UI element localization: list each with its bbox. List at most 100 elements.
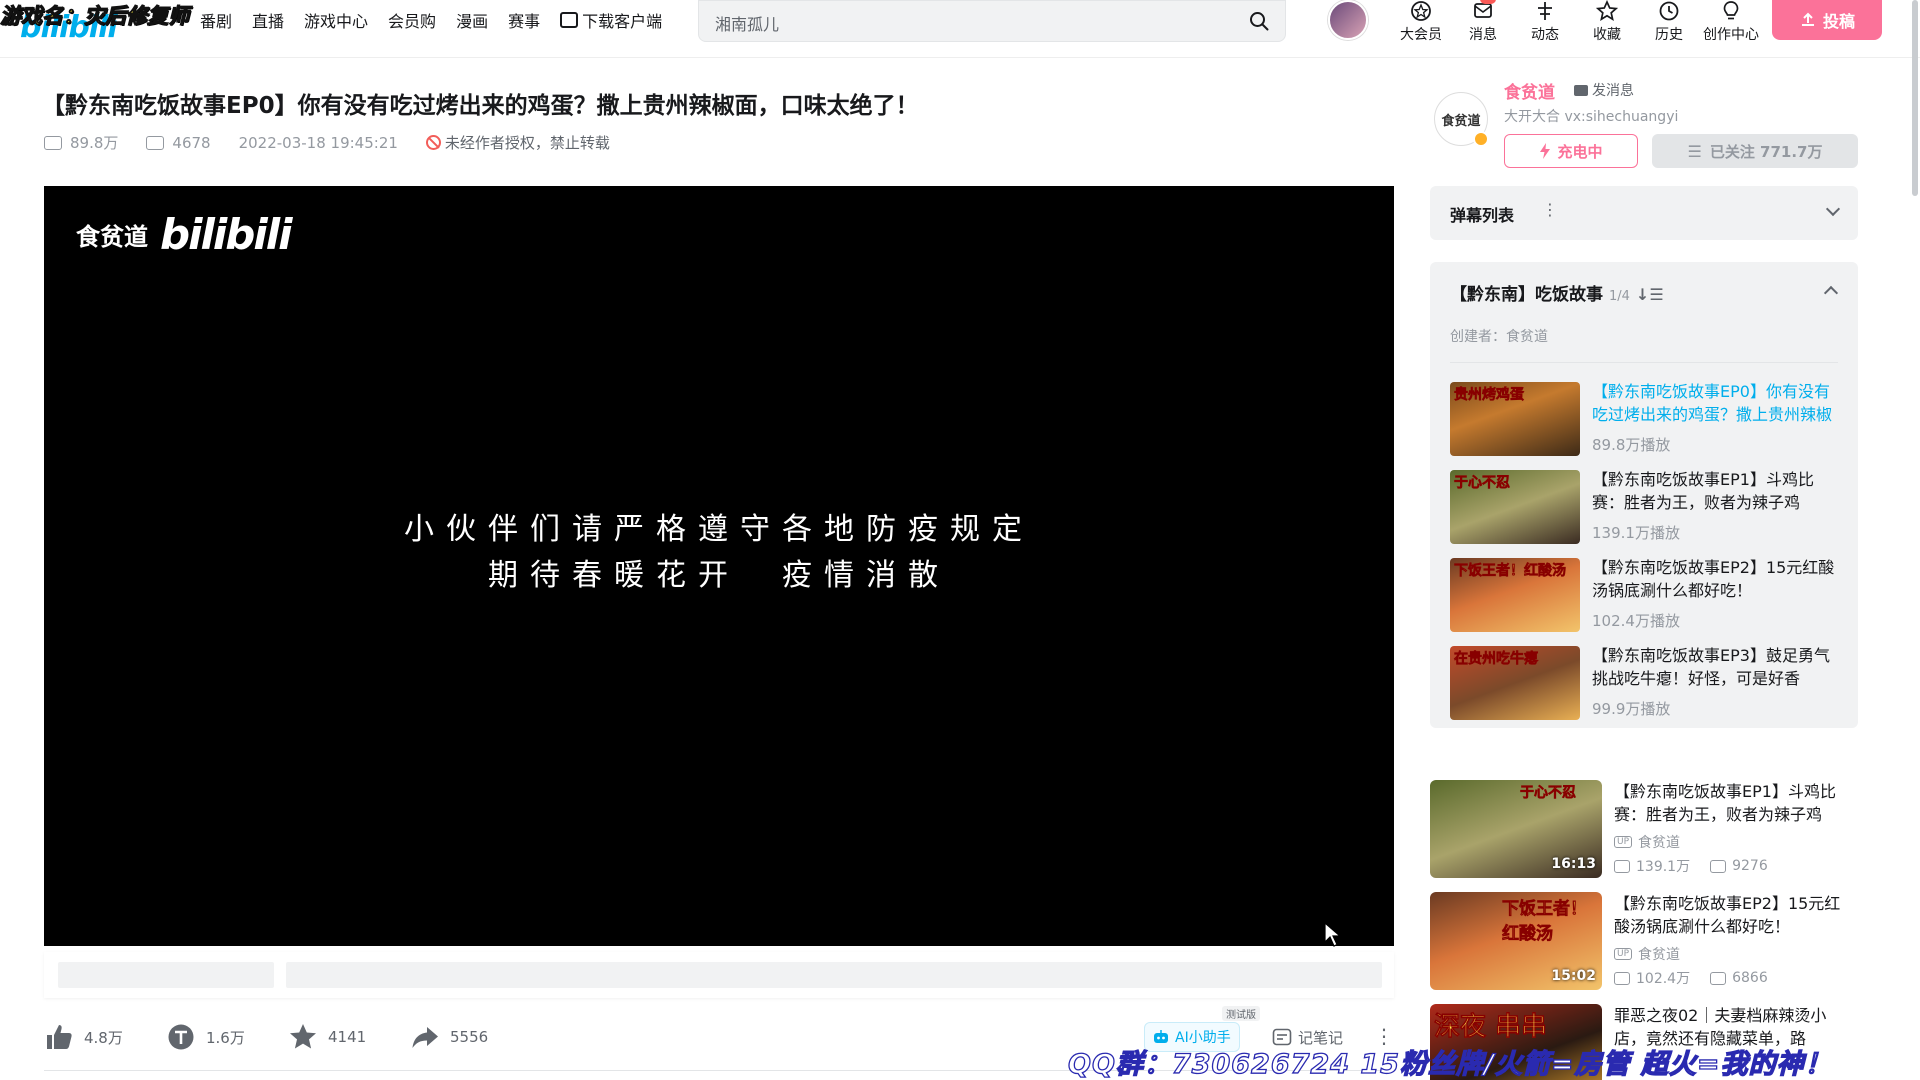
thumbnail-caption: 深夜 串串 <box>1434 1012 1548 1043</box>
favorite-button[interactable]: 4141 <box>288 1022 366 1052</box>
lightning-icon <box>1540 143 1551 159</box>
favorites-label: 收藏 <box>1593 27 1621 43</box>
dynamic-entry[interactable]: 动态 <box>1514 0 1576 44</box>
up-tag-icon: UP <box>1614 836 1633 848</box>
playlist-title: 【黔东南】吃饭故事 <box>1450 285 1603 305</box>
thumbnail-caption: 在贵州吃牛瘪 <box>1454 651 1539 668</box>
playlist-item-thumbnail: 在贵州吃牛瘪 <box>1450 646 1580 720</box>
playlist-item[interactable]: 贵州烤鸡蛋 【黔东南吃饭故事EP0】你有没有吃过烤出来的鸡蛋？撒上贵州辣椒面 8… <box>1450 382 1840 458</box>
playlist-item-title: 【黔东南吃饭故事EP3】鼓足勇气挑战吃牛瘪！好怪，可是好香 <box>1592 646 1830 688</box>
like-button[interactable]: 4.8万 <box>44 1022 123 1052</box>
follow-label: 已关注 771.7万 <box>1709 142 1823 161</box>
charge-label: 充电中 <box>1557 142 1603 161</box>
chevron-down-icon[interactable] <box>1825 201 1841 217</box>
recommended-video-uploader[interactable]: UP 食贫道 <box>1614 944 1680 964</box>
recommended-video-thumbnail: 下饭王者！红酸汤 15:02 <box>1430 892 1602 990</box>
upload-button[interactable]: 投稿 <box>1772 0 1882 40</box>
recommended-video-stats: 102.4万 6866 <box>1614 968 1768 988</box>
playlist-item-title: 【黔东南吃饭故事EP1】斗鸡比赛：胜者为王，败者为辣子鸡 <box>1592 470 1814 512</box>
danmaku-settings-placeholder[interactable] <box>58 962 274 988</box>
main-nav: 番剧 直播 游戏中心 会员购 漫画 赛事 下载客户端 <box>200 0 682 40</box>
creator-center-label: 创作中心 <box>1703 27 1759 43</box>
ai-beta-tag: 测试版 <box>1222 1006 1260 1021</box>
top-header: bilibili 番剧 直播 游戏中心 会员购 漫画 赛事 下载客户端 湘南孤儿… <box>0 0 1920 58</box>
star-icon <box>290 1024 316 1049</box>
search-icon[interactable] <box>1249 11 1269 31</box>
search-input[interactable]: 湘南孤儿 <box>715 11 779 35</box>
recommended-video-title: 【黔东南吃饭故事EP2】15元红酸汤锅底涮什么都好吃！ <box>1614 894 1841 936</box>
playlist-item-title: 【黔东南吃饭故事EP2】15元红酸汤锅底涮什么都好吃！ <box>1592 558 1835 600</box>
charge-button[interactable]: 充电中 <box>1504 134 1638 168</box>
recommended-video-uploader[interactable]: UP 食贫道 <box>1614 832 1680 852</box>
playlist-item[interactable]: 在贵州吃牛瘪 【黔东南吃饭故事EP3】鼓足勇气挑战吃牛瘪！好怪，可是好香 99.… <box>1450 646 1840 722</box>
follow-button[interactable]: ☰ 已关注 771.7万 <box>1652 134 1858 168</box>
nav-bangumi[interactable]: 番剧 <box>200 8 232 32</box>
nav-esports[interactable]: 赛事 <box>508 8 540 32</box>
playlist-item-views: 99.9万播放 <box>1592 700 1671 718</box>
video-player[interactable]: 食贫道 bilibili 小伙伴们请严格遵守各地防疫规定 期待春暖花开 疫情消散 <box>44 186 1394 947</box>
danmaku-send-bar <box>44 952 1394 998</box>
danmaku-input[interactable] <box>286 962 1382 988</box>
danmaku-count: 4678 <box>172 133 211 152</box>
danmaku-count-icon <box>1710 859 1727 873</box>
recommended-video-stats: 139.1万 9276 <box>1614 856 1768 876</box>
play-count-icon <box>1614 859 1630 873</box>
uploader-badge <box>1473 131 1489 147</box>
nav-member-shop[interactable]: 会员购 <box>388 8 436 32</box>
dynamic-label: 动态 <box>1531 27 1559 43</box>
nav-live[interactable]: 直播 <box>252 8 284 32</box>
playlist-item-thumbnail: 于心不忍 <box>1450 470 1580 544</box>
recommended-video-title: 【黔东南吃饭故事EP1】斗鸡比赛：胜者为王，败者为辣子鸡 <box>1614 782 1836 824</box>
nav-game-center[interactable]: 游戏中心 <box>304 8 368 32</box>
chevron-up-icon[interactable] <box>1823 285 1839 301</box>
nav-manga[interactable]: 漫画 <box>456 8 488 32</box>
recommended-video-uploader-name: 食贫道 <box>1638 947 1681 963</box>
creator-center-entry[interactable]: 创作中心 <box>1700 0 1762 44</box>
coin-button[interactable]: 1.6万 <box>166 1022 245 1052</box>
recommended-video[interactable]: 于心不忍 16:13 【黔东南吃饭故事EP1】斗鸡比赛：胜者为王，败者为辣子鸡 … <box>1430 780 1858 880</box>
uploader-description: 大开大合 vx:sihechuangyi <box>1504 109 1679 125</box>
playlist-item[interactable]: 下饭王者！红酸汤 【黔东南吃饭故事EP2】15元红酸汤锅底涮什么都好吃！ 102… <box>1450 558 1840 634</box>
dynamic-icon <box>1538 2 1552 20</box>
playlist-item[interactable]: 于心不忍 【黔东南吃饭故事EP1】斗鸡比赛：胜者为王，败者为辣子鸡 139.1万… <box>1450 470 1840 546</box>
danmaku-list-options-icon[interactable]: ⋮ <box>1542 200 1558 219</box>
nav-download-label: 下载客户端 <box>582 12 663 31</box>
recommended-video[interactable]: 下饭王者！红酸汤 15:02 【黔东南吃饭故事EP2】15元红酸汤锅底涮什么都好… <box>1430 892 1858 992</box>
recommended-video-uploader-name: 食贫道 <box>1638 835 1681 851</box>
clock-icon <box>1659 1 1679 21</box>
thumbs-up-icon <box>47 1025 72 1049</box>
upload-icon <box>1801 12 1814 26</box>
user-avatar[interactable] <box>1328 0 1368 40</box>
playlist-header: 【黔东南】吃饭故事 1/4 ↓☰ <box>1450 280 1664 305</box>
share-icon <box>412 1027 438 1048</box>
thumbnail-caption: 贵州烤鸡蛋 <box>1454 387 1525 404</box>
sort-icon[interactable]: ↓☰ <box>1636 285 1664 304</box>
danmaku-list-title: 弹幕列表 <box>1450 206 1515 225</box>
recommended-video-danmaku: 9276 <box>1732 858 1768 874</box>
nav-download-client[interactable]: 下载客户端 <box>560 8 662 32</box>
playlist-item-views: 102.4万播放 <box>1592 612 1680 630</box>
video-meta: 89.8万 4678 2022-03-18 19:45:21 未经作者授权，禁止… <box>44 132 610 153</box>
mouse-cursor-icon <box>1324 922 1342 947</box>
history-entry[interactable]: 历史 <box>1638 0 1700 44</box>
coin-count: 1.6万 <box>206 1028 245 1047</box>
download-icon <box>560 12 579 28</box>
uploader-avatar[interactable]: 食贫道 <box>1434 92 1489 147</box>
vip-entry[interactable]: 大会员 <box>1390 0 1452 44</box>
playlist-item-views: 89.8万播放 <box>1592 436 1671 454</box>
menu-icon: ☰ <box>1687 141 1702 161</box>
thumbnail-caption: 于心不忍 <box>1520 785 1577 802</box>
video-duration: 15:02 <box>1551 968 1596 984</box>
search-bar[interactable]: 湘南孤儿 <box>698 0 1286 42</box>
message-entry[interactable]: 消息 <box>1452 0 1514 44</box>
danmaku-count-icon <box>146 135 165 150</box>
video-subtitle-line-1: 小伙伴们请严格遵守各地防疫规定 <box>404 512 1034 547</box>
uploader-name[interactable]: 食贫道 <box>1504 78 1555 103</box>
share-button[interactable]: 5556 <box>410 1022 488 1052</box>
send-message-button[interactable]: 发消息 <box>1574 80 1634 100</box>
page-scrollbar[interactable] <box>1912 0 1918 196</box>
vip-icon <box>1411 1 1431 21</box>
playlist-panel: 【黔东南】吃饭故事 1/4 ↓☰ 创建者：食贫道 贵州烤鸡蛋 【黔东南吃饭故事E… <box>1430 262 1858 728</box>
danmaku-list-panel[interactable]: 弹幕列表 ⋮ <box>1430 186 1858 240</box>
favorites-entry[interactable]: 收藏 <box>1576 0 1638 44</box>
